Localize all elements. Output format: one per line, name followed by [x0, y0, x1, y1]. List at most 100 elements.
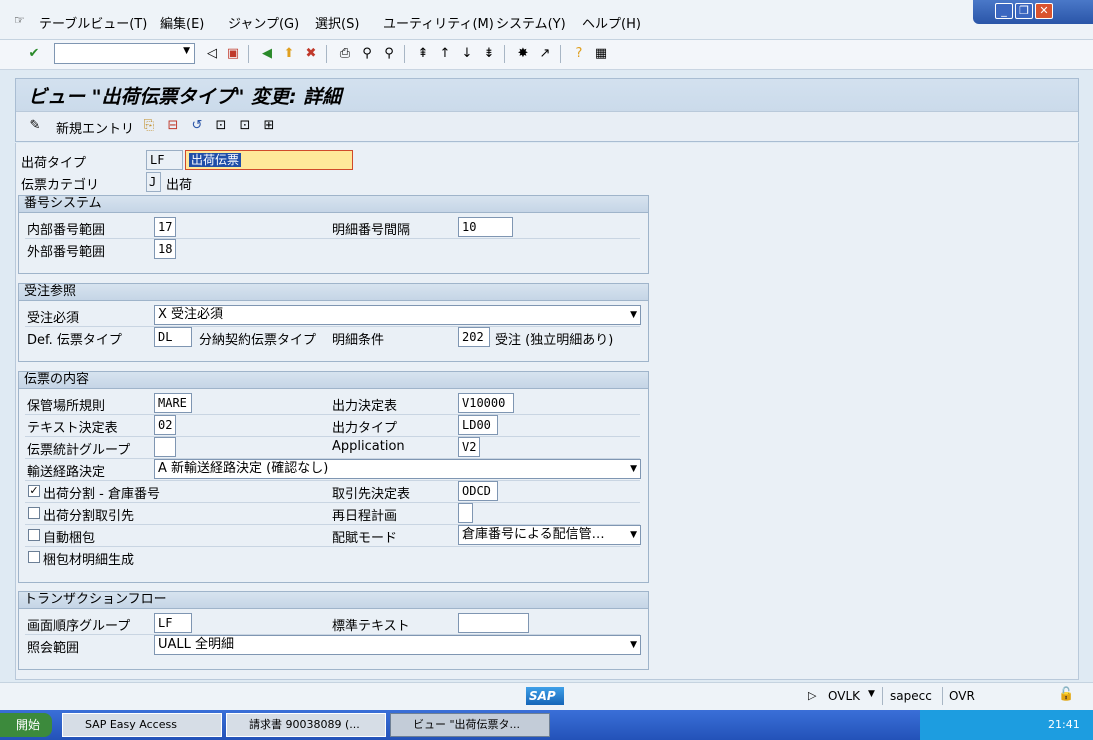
stat-group-field[interactable]	[154, 437, 176, 457]
close-button[interactable]: ✕	[1035, 3, 1053, 19]
route-determination-label: 輸送経路決定	[27, 465, 106, 480]
menu-system[interactable]: システム(Y)	[496, 13, 566, 32]
pack-item-label: 梱包材明細生成	[43, 553, 135, 568]
print-icon[interactable]: ⎙	[336, 45, 354, 63]
application-toolbar: ✎ 新規エントリ ⎘ ⊟ ↺ ⊡ ⊡ ⊞	[16, 111, 1078, 141]
shortcut-icon[interactable]: ↗	[536, 45, 554, 63]
screen-sequence-field[interactable]: LF	[154, 613, 192, 633]
delete-icon[interactable]: ⊟	[164, 117, 182, 135]
partner-procedure-field[interactable]: ODCD	[458, 481, 498, 501]
delivery-type-text-field[interactable]: 出荷伝票	[185, 150, 353, 170]
status-expand-icon[interactable]: ▷	[808, 689, 816, 702]
new-entries-button[interactable]: 新規エントリ	[56, 118, 134, 137]
layout-menu-icon[interactable]: ▦	[592, 45, 610, 63]
external-range-field[interactable]: 18	[154, 239, 176, 259]
chevron-down-icon[interactable]: ▼	[630, 636, 637, 654]
output-procedure-field[interactable]: V10000	[458, 393, 514, 413]
change-display-icon[interactable]: ✎	[26, 117, 44, 135]
menu-help[interactable]: ヘルプ(H)	[582, 13, 641, 32]
default-doc-type-text: 分納契約伝票タイプ	[199, 333, 317, 348]
split-partner-label: 出荷分割取引先	[43, 509, 135, 524]
chevron-down-icon[interactable]: ▼	[630, 526, 637, 544]
start-button[interactable]: 開始	[0, 713, 52, 737]
new-session-icon[interactable]: ✸	[514, 45, 532, 63]
split-partner-checkbox[interactable]	[28, 507, 40, 519]
output-type-field[interactable]: LD00	[458, 415, 498, 435]
next-page-icon[interactable]: ↓	[458, 45, 476, 63]
find-icon[interactable]: ⚲	[358, 45, 376, 63]
delivery-type-field: LF	[146, 150, 183, 170]
status-separator	[942, 687, 943, 705]
undo-icon[interactable]: ↺	[188, 117, 206, 135]
start-label: 開始	[16, 718, 41, 732]
output-procedure-label: 出力決定表	[332, 399, 398, 414]
help-icon[interactable]: ?	[570, 45, 588, 63]
order-required-dropdown[interactable]: X 受注必須 ▼	[154, 305, 641, 325]
enter-check-icon[interactable]: ✔	[25, 45, 43, 63]
menu-goto[interactable]: ジャンプ(G)	[228, 13, 299, 32]
menu-icon[interactable]: ☞	[14, 13, 25, 27]
first-page-icon[interactable]: ⇞	[414, 45, 432, 63]
find-next-icon[interactable]: ⚲	[380, 45, 398, 63]
last-page-icon[interactable]: ⇟	[480, 45, 498, 63]
copy-icon[interactable]: ⎘	[140, 117, 158, 135]
taskbar-item-active[interactable]: ビュー "出荷伝票タ...	[390, 713, 550, 737]
menu-table-view[interactable]: テーブルビュー(T)	[39, 13, 147, 32]
item-increment-field[interactable]: 10	[458, 217, 513, 237]
select-all-icon[interactable]: ⊞	[260, 117, 278, 135]
taskbar-item[interactable]: SAP Easy Access	[62, 713, 222, 737]
collapse-arrow-icon[interactable]: ◁	[203, 45, 221, 63]
previous-entry-icon[interactable]: ⊡	[212, 117, 230, 135]
standard-text-field[interactable]	[458, 613, 529, 633]
order-required-value: X 受注必須	[158, 307, 224, 322]
menu-edit[interactable]: 編集(E)	[160, 13, 204, 32]
insert-mode[interactable]: OVR	[949, 689, 975, 703]
command-field[interactable]: ▼	[54, 43, 195, 64]
text-procedure-field[interactable]: 02	[154, 415, 176, 435]
output-type-label: 出力タイプ	[332, 421, 398, 436]
back-icon[interactable]: ◀	[258, 45, 276, 63]
chevron-down-icon[interactable]: ▼	[630, 306, 637, 324]
item-requirement-text: 受注 (独立明細あり)	[495, 333, 614, 348]
prev-page-icon[interactable]: ↑	[436, 45, 454, 63]
chevron-down-icon[interactable]: ▼	[630, 460, 637, 478]
chevron-down-icon[interactable]: ▼	[868, 689, 875, 699]
reschedule-field[interactable]	[458, 503, 473, 523]
transaction-code[interactable]: OVLK	[828, 689, 860, 703]
menu-utilities[interactable]: ユーティリティ(M)	[383, 13, 494, 32]
row-divider	[25, 546, 640, 547]
document-content-group-title: 伝票の内容	[19, 372, 648, 389]
application-field[interactable]: V2	[458, 437, 480, 457]
item-requirement-field[interactable]: 202	[458, 327, 490, 347]
pack-item-checkbox[interactable]	[28, 551, 40, 563]
save-icon[interactable]: ▣	[224, 45, 242, 63]
distribution-mode-dropdown[interactable]: 倉庫番号による配信管… ▼	[458, 525, 641, 545]
split-warehouse-checkbox[interactable]: ✓	[28, 485, 40, 497]
taskbar-item-label: ビュー "出荷伝票タ...	[413, 718, 521, 731]
route-determination-dropdown[interactable]: A 新輸送経路決定 (確認なし) ▼	[154, 459, 641, 479]
taskbar-item-label: SAP Easy Access	[85, 718, 177, 731]
restore-button[interactable]: ❐	[1015, 3, 1033, 19]
display-range-label: 照会範囲	[27, 641, 80, 656]
display-range-dropdown[interactable]: UALL 全明細 ▼	[154, 635, 641, 655]
minimize-button[interactable]: _	[995, 3, 1013, 19]
row-divider	[25, 326, 640, 327]
clock: 21:41	[1048, 718, 1080, 731]
internal-range-field[interactable]: 17	[154, 217, 176, 237]
numbering-group: 番号システム 内部番号範囲 17 明細番号間隔 10 外部番号範囲 18	[18, 195, 649, 274]
storage-rule-field[interactable]: MARE	[154, 393, 192, 413]
taskbar-item[interactable]: 請求書 90038089 (...	[226, 713, 386, 737]
standard-text-label: 標準テキスト	[332, 619, 410, 634]
auto-pack-checkbox[interactable]	[28, 529, 40, 541]
cancel-icon[interactable]: ✖	[302, 45, 320, 63]
default-doc-type-field[interactable]: DL	[154, 327, 192, 347]
chevron-down-icon[interactable]: ▼	[183, 46, 190, 56]
item-increment-label: 明細番号間隔	[332, 223, 411, 238]
menu-select[interactable]: 選択(S)	[315, 13, 359, 32]
taskbar-item-label: 請求書 90038089 (...	[249, 718, 360, 731]
detail-content: 出荷タイプ LF 出荷伝票 伝票カテゴリ J 出荷 番号システム 内部番号範囲 …	[15, 143, 1079, 680]
split-warehouse-label: 出荷分割 - 倉庫番号	[43, 487, 160, 502]
exit-icon[interactable]: ⬆	[280, 45, 298, 63]
delivery-type-label: 出荷タイプ	[21, 156, 87, 171]
next-entry-icon[interactable]: ⊡	[236, 117, 254, 135]
